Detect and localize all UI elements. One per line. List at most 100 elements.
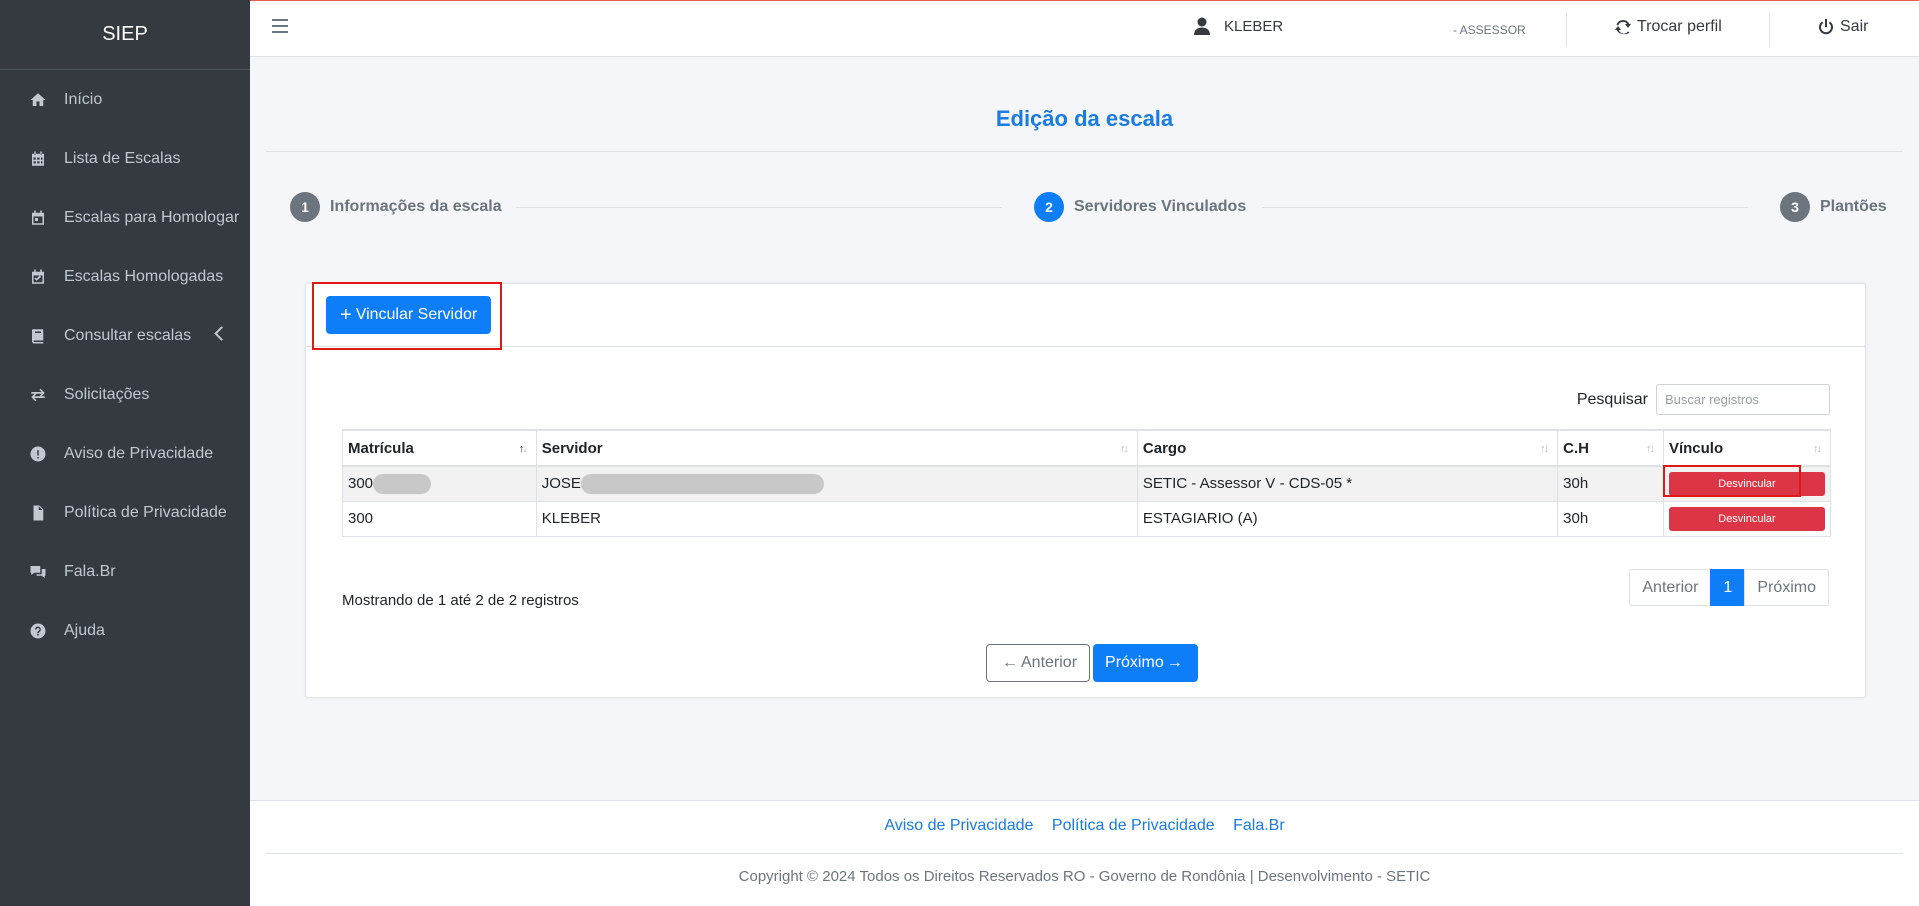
sidebar-item-label: Ajuda <box>64 621 105 639</box>
step-label: Plantões <box>1820 198 1887 215</box>
wizard-stepper: 1 Informações da escala 2 Servidores Vin… <box>0 192 1919 226</box>
servers-table: Matrícula ↑↓ Servidor ↑↓ Cargo ↑↓ C.H ↑↓ Vín… <box>342 429 1832 537</box>
sort-icon: ↑↓ <box>1119 443 1129 455</box>
chevron-left-icon[interactable] <box>214 325 226 345</box>
switch-profile-label: Trocar perfil <box>1637 18 1722 35</box>
add-server-button[interactable]: + Vincular Servidor <box>326 296 492 334</box>
cell-cargo: SETIC - Assessor V - CDS-05 * <box>1136 465 1559 502</box>
file-icon <box>28 503 48 523</box>
step-informacoes[interactable]: 1 Informações da escala <box>290 192 502 222</box>
table-row: 300 KLEBER ESTAGIARIO (A) 30h Desvincula… <box>342 500 1832 537</box>
question-icon <box>28 621 48 641</box>
table-row: 300 JOSE SETIC - Assessor V - CDS-05 * 3… <box>342 465 1832 502</box>
sort-icon: ↑↓ <box>1540 443 1549 455</box>
redacted-block <box>580 473 824 494</box>
footer-link-fala-br[interactable]: Fala.Br <box>1233 817 1285 834</box>
next-step-button[interactable]: Próximo → <box>1093 644 1198 682</box>
column-header-matricula[interactable]: Matrícula ↑↓ <box>342 429 537 467</box>
redacted-block <box>373 473 432 494</box>
calendar-grid-icon <box>28 149 48 169</box>
sort-asc-icon: ↑↓ <box>518 443 528 455</box>
footer-link-aviso[interactable]: Aviso de Privacidade <box>884 817 1033 834</box>
pagination-page-1[interactable]: 1 <box>1710 569 1746 606</box>
sidebar-item-politica-privacidade[interactable]: Política de Privacidade <box>0 483 250 542</box>
exclamation-icon <box>28 444 48 464</box>
step-number: 3 <box>1780 192 1810 222</box>
sync-icon <box>1615 19 1631 35</box>
cell-matricula: 300 <box>342 465 537 502</box>
search-input[interactable] <box>1656 384 1830 415</box>
page-title: Edição da escala <box>995 106 1174 131</box>
arrow-left-icon: ← <box>1002 654 1018 671</box>
plus-icon: + <box>340 304 352 326</box>
user-name: KLEBER <box>1224 17 1284 35</box>
step-label: Informações da escala <box>330 198 502 215</box>
user-role: - ASSESSOR <box>1453 23 1526 37</box>
sidebar: SIEP Início Lista de Escalas Escalas par… <box>0 0 250 906</box>
unlink-button[interactable]: Desvincular <box>1668 506 1825 531</box>
sort-icon: ↑↓ <box>1645 443 1655 455</box>
power-icon <box>1819 19 1833 35</box>
step-connector <box>516 207 1002 208</box>
sidebar-item-escalas-homologadas[interactable]: Escalas Homologadas <box>0 247 250 306</box>
book-icon <box>28 326 48 346</box>
search-label: Pesquisar <box>1576 390 1648 408</box>
footer-divider <box>266 853 1903 854</box>
card-header: + Vincular Servidor <box>306 282 1865 350</box>
exchange-icon <box>28 385 48 405</box>
user-menu[interactable]: KLEBER <box>1194 17 1283 35</box>
sidebar-item-lista-escalas[interactable]: Lista de Escalas <box>0 129 250 188</box>
highlight-outline <box>1663 465 1801 497</box>
sidebar-nav: Início Lista de Escalas Escalas para Hom… <box>0 70 250 660</box>
step-label: Servidores Vinculados <box>1074 198 1247 215</box>
column-header-ch[interactable]: C.H ↑↓ <box>1557 429 1664 467</box>
step-number: 2 <box>1034 192 1064 222</box>
step-number: 1 <box>290 192 320 222</box>
step-servidores[interactable]: 2 Servidores Vinculados <box>1034 192 1246 222</box>
sidebar-item-label: Fala.Br <box>64 562 116 580</box>
sidebar-item-ajuda[interactable]: Ajuda <box>0 601 250 660</box>
sidebar-item-inicio[interactable]: Início <box>0 70 250 129</box>
sidebar-item-label: Solicitações <box>64 385 150 403</box>
title-divider <box>266 151 1903 152</box>
sidebar-item-label: Consultar escalas <box>64 326 192 344</box>
cell-matricula: 300 <box>342 500 537 537</box>
hamburger-menu-icon[interactable] <box>272 19 288 37</box>
footer-links: Aviso de Privacidade Política de Privaci… <box>250 817 1919 835</box>
search-box: Pesquisar <box>1577 384 1830 415</box>
sidebar-item-label: Início <box>64 90 103 108</box>
sidebar-item-fala-br[interactable]: Fala.Br <box>0 542 250 601</box>
sidebar-item-label: Política de Privacidade <box>64 503 227 521</box>
logout-button[interactable]: Sair <box>1818 18 1868 36</box>
sidebar-item-label: Lista de Escalas <box>64 149 181 167</box>
sidebar-item-consultar-escalas[interactable]: Consultar escalas <box>0 306 250 365</box>
add-server-label: Vincular Servidor <box>355 306 478 323</box>
divider <box>1566 13 1567 47</box>
sidebar-item-label: Aviso de Privacidade <box>64 444 214 462</box>
cell-cargo: ESTAGIARIO (A) <box>1136 500 1559 537</box>
copyright-text: Copyright © 2024 Todos os Direitos Reser… <box>738 868 1431 885</box>
table-header-row: Matrícula ↑↓ Servidor ↑↓ Cargo ↑↓ C.H ↑↓ Vín… <box>342 429 1832 467</box>
logout-label: Sair <box>1840 18 1869 35</box>
footer: Aviso de Privacidade Política de Privaci… <box>250 800 1919 906</box>
footer-link-politica[interactable]: Política de Privacidade <box>1052 817 1215 834</box>
table-info: Mostrando de 1 até 2 de 2 registros <box>342 592 579 609</box>
previous-step-button[interactable]: ← Anterior <box>986 644 1091 682</box>
switch-profile-button[interactable]: Trocar perfil <box>1615 18 1722 36</box>
linked-servers-card: + Vincular Servidor Pesquisar Matrícula↑… <box>305 282 1866 698</box>
column-header-vinculo[interactable]: Vínculo ↑↓ <box>1662 429 1832 467</box>
brand-title[interactable]: SIEP <box>0 0 250 70</box>
step-connector <box>1262 207 1748 208</box>
cell-vinculo: Desvincular <box>1662 500 1832 537</box>
calendar-check-icon <box>28 267 48 287</box>
column-header-servidor[interactable]: Servidor ↑↓ <box>535 429 1138 467</box>
pagination-next[interactable]: Próximo <box>1744 569 1829 606</box>
cell-servidor: KLEBER <box>535 500 1138 537</box>
sidebar-item-solicitacoes[interactable]: Solicitações <box>0 365 250 424</box>
step-plantoes[interactable]: 3 Plantões <box>1780 192 1887 222</box>
column-header-cargo[interactable]: Cargo ↑↓ <box>1136 429 1559 467</box>
wizard-nav-buttons: ← Anterior Próximo → <box>986 644 1198 682</box>
sidebar-item-aviso-privacidade[interactable]: Aviso de Privacidade <box>0 424 250 483</box>
pagination: Anterior 1 Próximo <box>1629 569 1829 606</box>
pagination-prev[interactable]: Anterior <box>1629 569 1712 606</box>
